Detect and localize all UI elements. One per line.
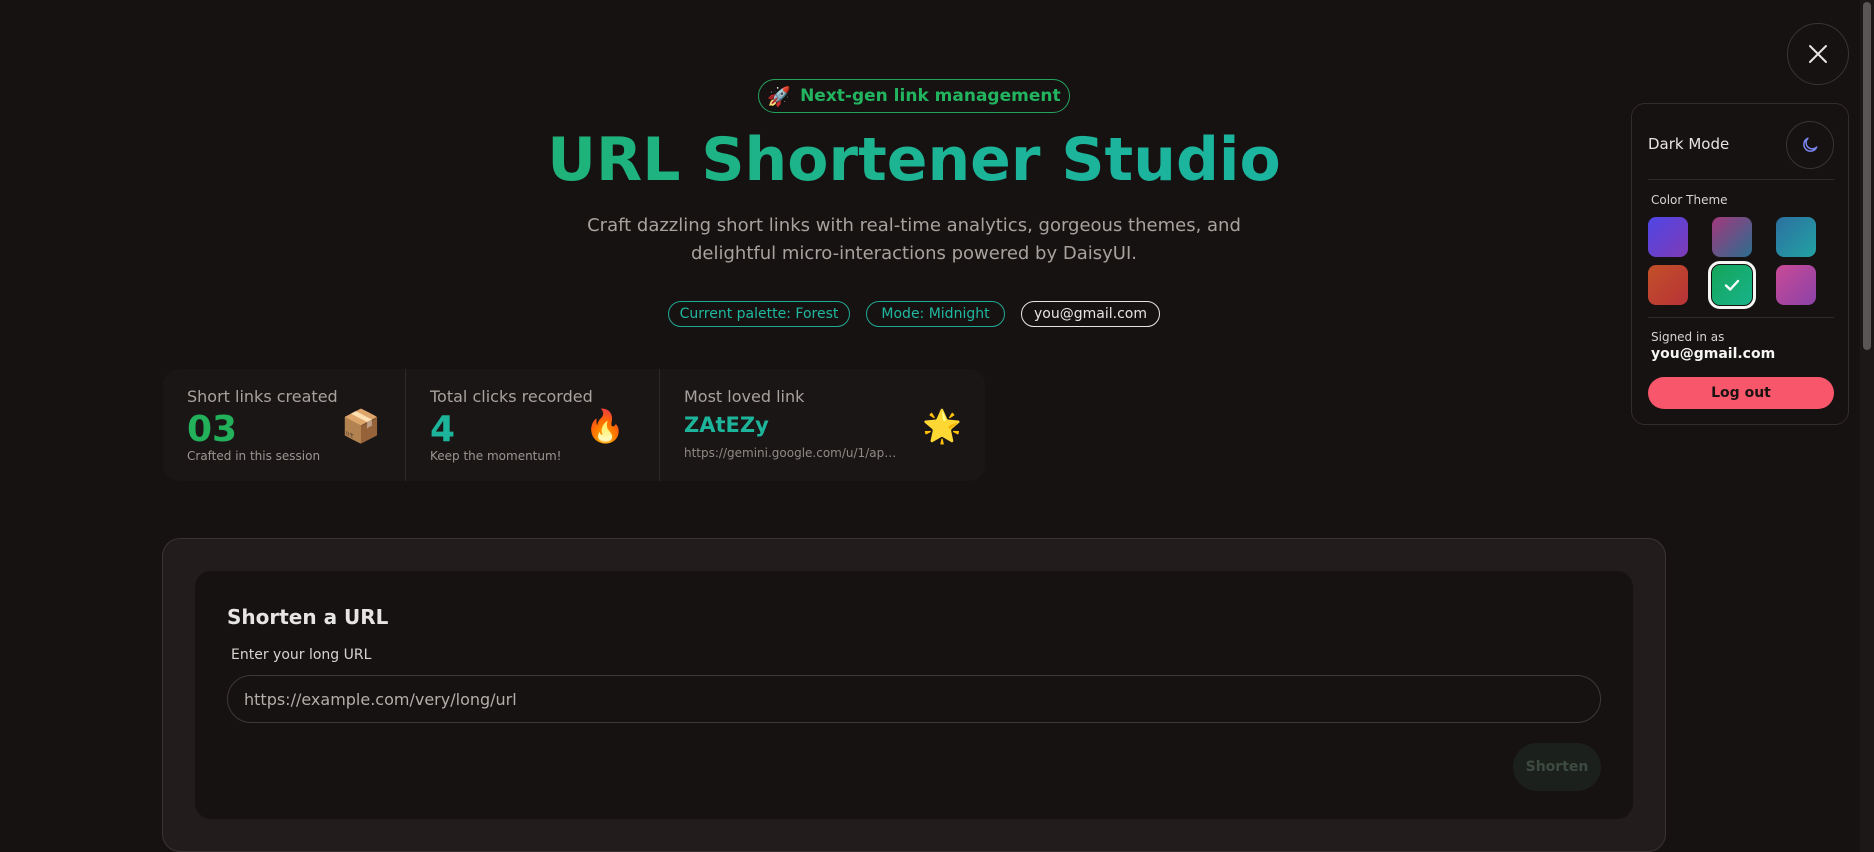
panel-divider bbox=[1648, 317, 1834, 318]
color-theme-label: Color Theme bbox=[1651, 193, 1728, 207]
stats-panel: Short links created 03 Crafted in this s… bbox=[163, 369, 985, 481]
stat-title: Short links created bbox=[187, 387, 338, 406]
most-loved-url: https://gemini.google.com/u/1/app/f... bbox=[684, 446, 902, 460]
stat-desc: Keep the momentum! bbox=[430, 449, 562, 463]
panel-divider bbox=[1648, 179, 1834, 180]
email-badge: you@gmail.com bbox=[1021, 301, 1160, 327]
settings-panel: Dark Mode Color Theme Signed in as you@g… bbox=[1631, 103, 1849, 425]
close-settings-button[interactable] bbox=[1787, 23, 1849, 85]
stat-value: 4 bbox=[430, 409, 456, 450]
moon-icon bbox=[1803, 137, 1818, 152]
stat-total-clicks: Total clicks recorded 4 Keep the momentu… bbox=[405, 369, 659, 481]
close-icon bbox=[1809, 45, 1827, 63]
dark-mode-toggle[interactable] bbox=[1786, 121, 1834, 169]
most-loved-code[interactable]: ZAtEZy bbox=[684, 413, 769, 437]
logout-button[interactable]: Log out bbox=[1648, 377, 1834, 409]
rocket-icon: 🚀 bbox=[767, 85, 792, 108]
stat-value: 03 bbox=[187, 409, 238, 450]
theme-swatch-indigo[interactable] bbox=[1648, 217, 1688, 257]
star-icon: 🌟 bbox=[922, 407, 962, 445]
shorten-button[interactable]: Shorten bbox=[1513, 743, 1601, 791]
palette-badge: Current palette: Forest bbox=[668, 301, 850, 327]
theme-swatch-forest[interactable] bbox=[1708, 261, 1756, 309]
shorten-card-title: Shorten a URL bbox=[227, 605, 389, 629]
hero-badge-label: Next-gen link management bbox=[800, 86, 1061, 106]
dark-mode-label: Dark Mode bbox=[1648, 135, 1730, 153]
url-input[interactable] bbox=[227, 675, 1601, 723]
stat-title: Total clicks recorded bbox=[430, 387, 593, 406]
shorten-card: Shorten a URL Enter your long URL Shorte… bbox=[195, 571, 1633, 819]
page-scrollbar[interactable] bbox=[1860, 0, 1874, 852]
page-title: URL Shortener Studio bbox=[0, 122, 1828, 198]
stat-desc: Crafted in this session bbox=[187, 449, 321, 463]
theme-swatch-purple-teal[interactable] bbox=[1712, 217, 1752, 257]
stat-title: Most loved link bbox=[684, 387, 805, 406]
hero-badge: 🚀 Next-gen link management bbox=[758, 79, 1070, 113]
hero-subtitle: Craft dazzling short links with real-tim… bbox=[587, 215, 1241, 264]
mode-badge: Mode: Midnight bbox=[866, 301, 1005, 327]
stat-most-loved: Most loved link ZAtEZy https://gemini.go… bbox=[659, 369, 985, 481]
url-input-label: Enter your long URL bbox=[231, 647, 372, 663]
theme-swatch-magenta[interactable] bbox=[1776, 265, 1816, 305]
theme-swatch-sunset[interactable] bbox=[1648, 265, 1688, 305]
check-icon bbox=[1724, 279, 1740, 291]
stat-links-created: Short links created 03 Crafted in this s… bbox=[163, 369, 405, 481]
signed-in-email: you@gmail.com bbox=[1651, 346, 1776, 362]
fire-icon: 🔥 bbox=[585, 407, 625, 445]
scrollbar-thumb[interactable] bbox=[1863, 2, 1871, 350]
signed-in-label: Signed in as bbox=[1651, 330, 1725, 344]
package-icon: 📦 bbox=[341, 407, 381, 445]
theme-swatch-ocean[interactable] bbox=[1776, 217, 1816, 257]
